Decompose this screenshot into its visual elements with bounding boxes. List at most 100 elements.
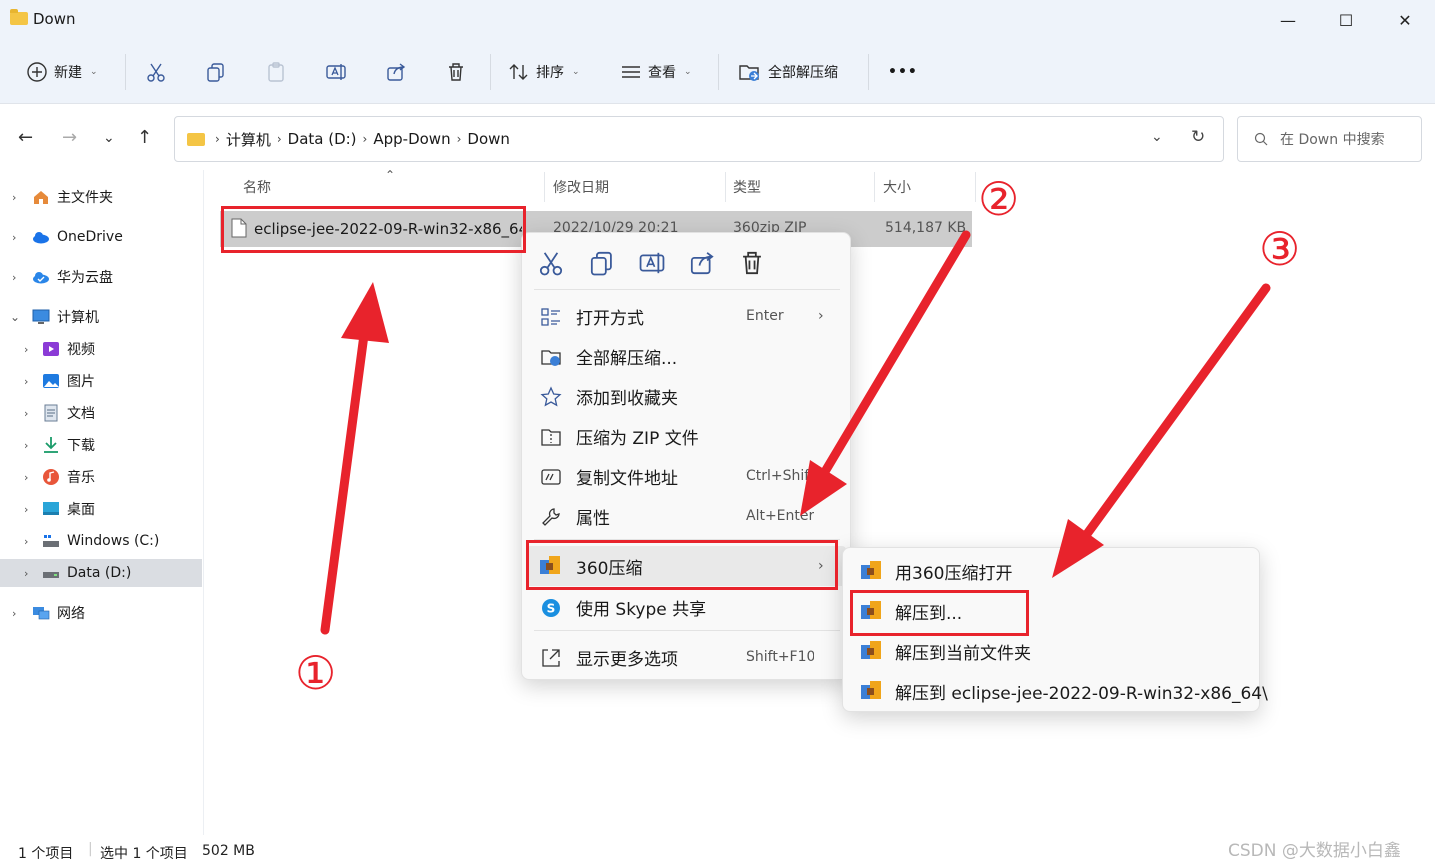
minimize-button[interactable]: — <box>1259 0 1317 40</box>
extract-all-button[interactable]: 全部解压缩 <box>738 58 838 86</box>
share-button[interactable] <box>385 58 407 86</box>
sidebar-item-videos[interactable]: › 视频 <box>0 335 202 363</box>
breadcrumb-data-drive[interactable]: Data (D:) <box>288 130 357 148</box>
rename-icon <box>326 64 346 80</box>
chevron-down-icon: ⌄ <box>572 67 580 77</box>
column-divider[interactable] <box>725 172 726 202</box>
submenu-item-extract-here[interactable]: 解压到当前文件夹 <box>847 631 1255 671</box>
sidebar-item-data-d[interactable]: › Data (D:) <box>0 559 202 587</box>
expand-chevron-icon[interactable]: › <box>24 567 28 580</box>
sort-button[interactable]: 排序 ⌄ <box>508 58 580 86</box>
expand-chevron-icon[interactable]: › <box>24 439 28 452</box>
history-chevron-icon[interactable]: ⌄ <box>1151 129 1163 145</box>
copy-icon[interactable] <box>588 249 616 277</box>
expand-chevron-icon[interactable]: › <box>12 191 16 204</box>
column-divider[interactable] <box>874 172 875 202</box>
rename-icon[interactable] <box>638 249 666 277</box>
expand-chevron-icon[interactable]: › <box>24 503 28 516</box>
forward-arrow-icon[interactable]: → <box>62 127 77 148</box>
search-input[interactable]: 在 Down 中搜索 <box>1237 116 1422 162</box>
expand-chevron-icon[interactable]: › <box>24 535 28 548</box>
chevron-down-icon: ⌄ <box>684 67 692 77</box>
menu-item-add-favorites[interactable]: 添加到收藏夹 <box>526 376 846 416</box>
column-header-size[interactable]: 大小 <box>883 177 911 199</box>
column-divider[interactable] <box>975 172 976 202</box>
breadcrumb-separator: › <box>215 132 220 146</box>
recent-chevron-icon[interactable]: ⌄ <box>103 130 115 146</box>
new-button[interactable]: 新建 ⌄ <box>26 58 98 86</box>
submenu-item-open-360[interactable]: 用360压缩打开 <box>847 551 1255 591</box>
sidebar-item-desktop[interactable]: › 桌面 <box>0 495 202 523</box>
expand-chevron-icon[interactable]: › <box>12 607 16 620</box>
maximize-button[interactable]: ☐ <box>1317 0 1375 40</box>
share-icon[interactable] <box>688 249 716 277</box>
share-icon <box>387 63 406 81</box>
menu-divider <box>534 289 840 290</box>
address-bar[interactable]: › 计算机 › Data (D:) › App-Down › Down ⌄ ↻ <box>174 116 1224 162</box>
column-header-name[interactable]: 名称 <box>243 177 271 199</box>
address-row: ← → ⌄ ↑ › 计算机 › Data (D:) › App-Down › D… <box>0 104 1435 170</box>
sidebar-item-pictures[interactable]: › 图片 <box>0 367 202 395</box>
sidebar-item-label: 音乐 <box>67 470 95 486</box>
menu-item-extract-all[interactable]: 全部解压缩... <box>526 336 846 376</box>
sidebar-item-windows-c[interactable]: › Windows (C:) <box>0 527 202 555</box>
expand-chevron-icon[interactable]: › <box>24 407 28 420</box>
view-list-icon <box>622 66 640 78</box>
onedrive-cloud-icon <box>33 232 49 244</box>
sidebar-item-documents[interactable]: › 文档 <box>0 399 202 427</box>
column-divider[interactable] <box>544 172 545 202</box>
sidebar-item-label: 文档 <box>67 406 95 422</box>
menu-item-skype-share[interactable]: S 使用 Skype 共享 <box>526 587 846 627</box>
delete-button[interactable] <box>445 58 467 86</box>
paste-button[interactable] <box>265 58 287 86</box>
view-button[interactable]: 查看 ⌄ <box>620 58 692 86</box>
sidebar-item-music[interactable]: › 音乐 <box>0 463 202 491</box>
expand-chevron-icon[interactable]: › <box>24 471 28 484</box>
annotation-number-2: ② <box>978 172 1020 226</box>
column-header-modified[interactable]: 修改日期 <box>553 177 609 199</box>
expand-chevron-icon[interactable]: › <box>24 343 28 356</box>
breadcrumb-computer[interactable]: 计算机 <box>226 129 271 150</box>
rename-button[interactable] <box>325 58 347 86</box>
menu-item-shortcut: Ctrl+Shift+C <box>746 468 814 484</box>
menu-item-shortcut: Enter <box>746 308 784 324</box>
menu-item-compress-zip[interactable]: 压缩为 ZIP 文件 <box>526 416 846 456</box>
expand-chevron-icon[interactable]: › <box>24 375 28 388</box>
sort-ascending-icon: ⌃ <box>385 168 396 182</box>
cut-button[interactable] <box>145 58 167 86</box>
copy-button[interactable] <box>205 58 227 86</box>
desktop-icon <box>43 502 59 515</box>
menu-item-show-more[interactable]: 显示更多选项 Shift+F10 <box>526 637 846 677</box>
breadcrumb-app-down[interactable]: App-Down <box>373 130 450 148</box>
up-arrow-icon[interactable]: ↑ <box>137 127 152 148</box>
sidebar-item-computer[interactable]: ⌄ 计算机 <box>0 303 202 331</box>
sidebar-item-network[interactable]: › 网络 <box>0 599 202 627</box>
expand-chevron-icon[interactable]: › <box>12 271 16 284</box>
annotation-box-extract-to <box>850 590 1029 636</box>
menu-item-properties[interactable]: 属性 Alt+Enter <box>526 496 846 536</box>
back-arrow-icon[interactable]: ← <box>18 127 33 148</box>
expand-chevron-icon[interactable]: › <box>12 231 16 244</box>
close-button[interactable]: ✕ <box>1376 0 1434 40</box>
breadcrumb-down[interactable]: Down <box>467 130 510 148</box>
menu-item-copy-path[interactable]: 复制文件地址 Ctrl+Shift+C <box>526 456 846 496</box>
sidebar-item-label: 桌面 <box>67 502 95 518</box>
trash-icon[interactable] <box>738 249 766 277</box>
submenu-item-extract-to-folder[interactable]: 解压到 eclipse-jee-2022-09-R-win32-x86_64\ <box>847 671 1268 711</box>
sidebar-item-onedrive[interactable]: › OneDrive <box>0 223 202 251</box>
menu-item-label: 复制文件地址 <box>576 468 678 489</box>
refresh-icon[interactable]: ↻ <box>1191 127 1205 147</box>
star-icon <box>540 386 562 407</box>
plus-circle-icon <box>27 62 47 82</box>
collapse-chevron-icon[interactable]: ⌄ <box>10 310 20 324</box>
column-header-type[interactable]: 类型 <box>733 177 761 199</box>
sidebar-item-huawei-cloud[interactable]: › 华为云盘 <box>0 263 202 291</box>
more-options-button[interactable]: ••• <box>888 58 918 86</box>
360zip-icon <box>861 561 883 583</box>
cut-icon[interactable] <box>537 249 565 277</box>
sidebar-item-home[interactable]: › 主文件夹 <box>0 183 202 211</box>
sidebar-item-downloads[interactable]: › 下载 <box>0 431 202 459</box>
menu-item-open-with[interactable]: 打开方式 Enter › <box>526 296 846 336</box>
sidebar-item-label: 主文件夹 <box>57 190 113 206</box>
pictures-icon <box>43 374 59 388</box>
